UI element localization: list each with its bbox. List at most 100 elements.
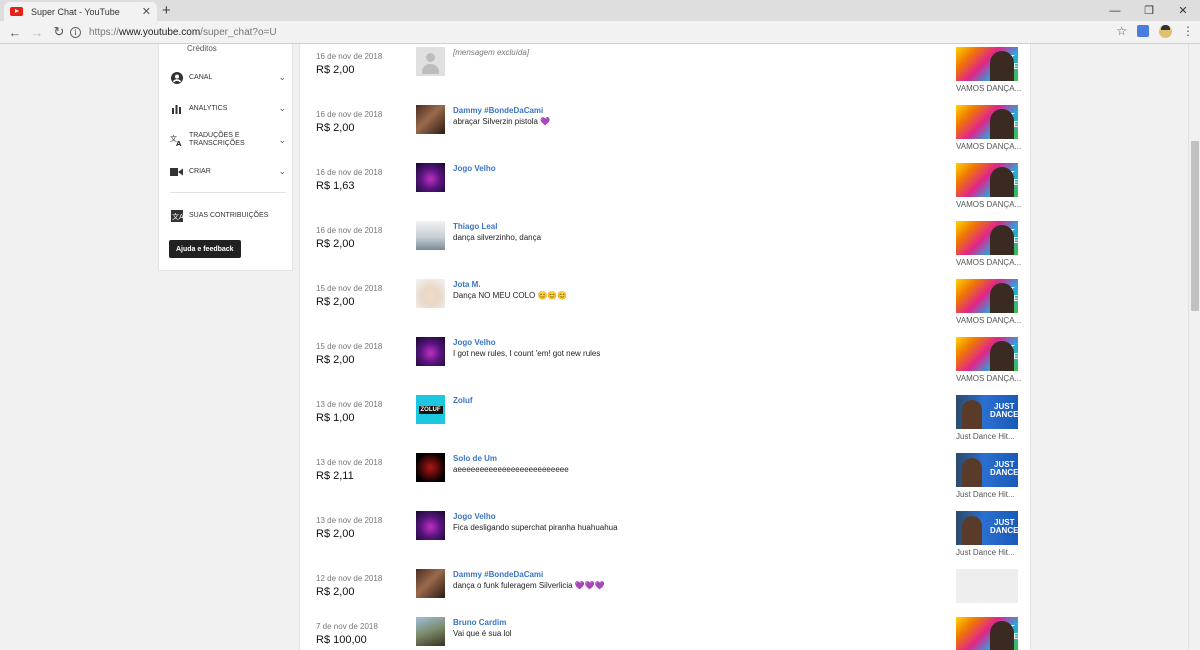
video-thumbnail[interactable]: JUST DANCE (956, 221, 1018, 255)
sidebar-item-analytics[interactable]: ANALYTICS ⌄ (170, 102, 286, 115)
sidebar-item-canal[interactable]: CANAL ⌄ (170, 71, 286, 84)
row-amount: R$ 100,00 (316, 634, 367, 646)
super-chat-list: 16 de nov de 2018 R$ 2,00 [mensagem excl… (299, 44, 1031, 650)
svg-text:文A: 文A (172, 212, 183, 221)
reload-button[interactable]: ↻ (48, 24, 70, 40)
new-tab-button[interactable]: + (162, 2, 171, 19)
browser-tab[interactable]: Super Chat - YouTube ✕ (4, 2, 157, 21)
thumbnail-text: JUST DANCE (990, 625, 1018, 641)
row-author-link[interactable]: Bruno Cardim (453, 618, 506, 627)
video-thumbnail[interactable]: JUST DANCE (956, 163, 1018, 197)
row-author-link[interactable]: Zoluf (453, 396, 473, 405)
url-host: www.youtube.com (119, 27, 201, 38)
forward-button[interactable]: → (26, 25, 48, 40)
studio-sidebar: Créditos CANAL ⌄ ANALYTICS ⌄ 文A TRADUÇÕE… (158, 44, 293, 271)
scrollbar-thumb[interactable] (1191, 141, 1199, 311)
video-thumbnail[interactable]: JUST DANCE (956, 511, 1018, 545)
bookmark-star-icon[interactable]: ☆ (1116, 24, 1127, 38)
thumbnail-dance: DANCE (990, 120, 1018, 129)
thumbnail-dance: DANCE (990, 468, 1018, 477)
toolbar-right: ☆ ⋮ (1116, 24, 1194, 38)
row-author-link[interactable]: Dammy #BondeDaCami (453, 570, 543, 579)
address-bar[interactable]: i https://www.youtube.com/super_chat?o=U (70, 24, 1100, 41)
restore-icon[interactable]: ❐ (1132, 0, 1166, 21)
page-scrollbar[interactable] (1188, 44, 1200, 650)
sidebar-item-contribuicoes[interactable]: 文A SUAS CONTRIBUIÇÕES (170, 209, 286, 222)
avatar[interactable] (416, 453, 445, 482)
video-title-link[interactable]: Just Dance Hit... (956, 490, 1015, 499)
avatar[interactable] (416, 105, 445, 134)
row-date: 13 de nov de 2018 (316, 458, 383, 467)
video-title-link[interactable]: VAMOS DANÇA... (956, 316, 1021, 325)
row-author-link[interactable]: Dammy #BondeDaCami (453, 106, 543, 115)
list-item: 13 de nov de 2018 R$ 2,11 Solo de Um aee… (300, 450, 1030, 508)
avatar[interactable] (416, 569, 445, 598)
avatar[interactable] (416, 617, 445, 646)
row-author-link[interactable]: Jogo Velho (453, 164, 496, 173)
thumbnail-just: JUST (994, 112, 1015, 121)
avatar[interactable] (416, 279, 445, 308)
video-thumbnail[interactable]: JUST DANCE (956, 453, 1018, 487)
row-author-link[interactable]: Jogo Velho (453, 512, 496, 521)
video-title-link[interactable]: VAMOS DANÇA... (956, 258, 1021, 267)
row-date: 15 de nov de 2018 (316, 342, 383, 351)
tab-close-icon[interactable]: ✕ (142, 5, 151, 18)
video-thumbnail-placeholder[interactable] (956, 569, 1018, 603)
avatar[interactable] (416, 337, 445, 366)
profile-avatar-icon[interactable] (1159, 24, 1172, 38)
sidebar-creditos[interactable]: Créditos (187, 44, 217, 53)
video-thumbnail[interactable]: JUST DANCE (956, 47, 1018, 81)
menu-kebab-icon[interactable]: ⋮ (1182, 24, 1194, 38)
translate-extension-icon[interactable] (1137, 25, 1149, 37)
chevron-down-icon: ⌄ (278, 103, 286, 113)
row-author-link[interactable]: Thiago Leal (453, 222, 497, 231)
thumbnail-text: JUST DANCE (990, 345, 1018, 361)
row-date: 7 de nov de 2018 (316, 622, 378, 631)
person-icon (170, 71, 183, 84)
back-button[interactable]: ← (4, 25, 26, 40)
video-thumbnail[interactable]: JUST DANCE (956, 337, 1018, 371)
sidebar-item-criar[interactable]: CRIAR ⌄ (170, 165, 286, 178)
avatar[interactable] (416, 47, 445, 76)
video-title-link[interactable]: VAMOS DANÇA... (956, 200, 1021, 209)
video-title-link[interactable]: VAMOS DANÇA... (956, 84, 1021, 93)
row-author-link[interactable]: Jota M. (453, 280, 481, 289)
list-item: 13 de nov de 2018 R$ 2,00 Jogo Velho Fic… (300, 508, 1030, 566)
thumbnail-text: JUST DANCE (990, 171, 1018, 187)
avatar[interactable]: ZOLUF (416, 395, 445, 424)
avatar[interactable] (416, 511, 445, 540)
video-camera-icon (170, 165, 183, 178)
youtube-favicon-icon (10, 7, 23, 16)
chevron-down-icon: ⌄ (278, 134, 286, 145)
row-message: [mensagem excluída] (453, 48, 530, 57)
video-thumbnail[interactable]: JUST DANCE (956, 395, 1018, 429)
url-path: /super_chat?o=U (200, 27, 277, 38)
sidebar-item-label: CANAL (189, 73, 213, 81)
avatar[interactable] (416, 163, 445, 192)
avatar[interactable] (416, 221, 445, 250)
video-thumbnail[interactable]: JUST DANCE (956, 617, 1018, 650)
row-author-link[interactable]: Solo de Um (453, 454, 497, 463)
window-close-icon[interactable]: ✕ (1166, 0, 1200, 21)
sidebar-item-traducoes[interactable]: 文A TRADUÇÕES E TRANSCRIÇÕES ⌄ (170, 132, 286, 148)
browser-toolbar: ← → ↻ i https://www.youtube.com/super_ch… (0, 21, 1200, 44)
thumbnail-text: JUST DANCE (990, 229, 1018, 245)
row-message: dança silverzinho, dança (453, 233, 542, 242)
help-feedback-button[interactable]: Ajuda e feedback (169, 240, 241, 258)
video-thumbnail[interactable]: JUST DANCE (956, 279, 1018, 313)
thumbnail-dance: DANCE (990, 62, 1018, 71)
thumbnail-just: JUST (994, 228, 1015, 237)
video-title-link[interactable]: VAMOS DANÇA... (956, 142, 1021, 151)
row-author-link[interactable]: Jogo Velho (453, 338, 496, 347)
site-info-icon[interactable]: i (70, 27, 81, 38)
row-amount: R$ 2,00 (316, 296, 355, 308)
row-message: I got new rules, I count 'em! got new ru… (453, 349, 601, 358)
video-title-link[interactable]: Just Dance Hit... (956, 432, 1015, 441)
minimize-icon[interactable]: — (1098, 0, 1132, 21)
thumbnail-text: JUST DANCE (990, 55, 1018, 71)
video-title-link[interactable]: Just Dance Hit... (956, 548, 1015, 557)
video-thumbnail[interactable]: JUST DANCE (956, 105, 1018, 139)
row-date: 15 de nov de 2018 (316, 284, 383, 293)
video-title-link[interactable]: VAMOS DANÇA... (956, 374, 1021, 383)
row-message: Vai que é sua lol (453, 629, 512, 638)
